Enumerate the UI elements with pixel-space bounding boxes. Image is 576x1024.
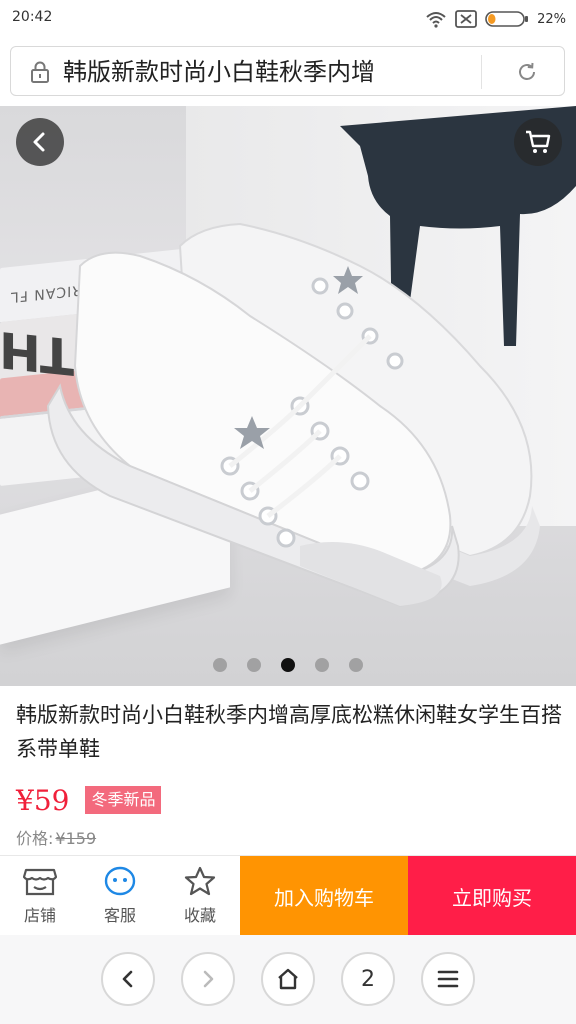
cart-button[interactable] [514, 118, 562, 166]
buy-now-button[interactable]: 立即购买 [408, 856, 576, 936]
original-price: 价格: ¥159 [16, 825, 96, 849]
action-bar: 店铺 客服 收藏 加入购物车 立即购买 [0, 855, 576, 936]
product-gallery[interactable]: ALL-AMERICAN FL R OUTH [0, 106, 576, 686]
favorite-button[interactable]: 收藏 [160, 856, 240, 936]
nav-back-button[interactable] [101, 952, 155, 1006]
product-price: ¥59 [16, 783, 70, 817]
refresh-icon[interactable] [515, 60, 539, 84]
battery-icon [485, 11, 529, 27]
lock-icon [31, 61, 49, 83]
customer-service-button[interactable]: 客服 [80, 856, 160, 936]
chevron-left-icon [122, 970, 133, 988]
back-icon [33, 132, 45, 152]
browser-nav-bar: 2 [0, 935, 576, 1024]
store-icon [23, 868, 57, 896]
home-icon [278, 968, 298, 990]
store-label: 店铺 [23, 906, 56, 925]
nav-tabs-button[interactable]: 2 [341, 952, 395, 1006]
battery-percent: 22% [537, 11, 566, 27]
gallery-dot-active[interactable] [281, 658, 295, 672]
cart-icon [526, 130, 551, 153]
favorite-label: 收藏 [183, 906, 216, 925]
product-title: 韩版新款时尚小白鞋秋季内增高厚底松糕休闲鞋女学生百搭系带单鞋 [16, 703, 562, 761]
star-icon [184, 866, 216, 896]
back-button[interactable] [16, 118, 64, 166]
original-price-label: 价格: [16, 829, 54, 848]
status-time: 20:42 [12, 9, 53, 25]
nav-menu-button[interactable] [421, 952, 475, 1006]
screen: 20:42 22% 韩版新款时尚小白鞋秋季内增 FL 韩版新款时尚小白鞋秋季内增… [0, 0, 576, 1024]
nav-home-button[interactable] [261, 952, 315, 1006]
status-bar: 20:42 22% [0, 0, 576, 38]
address-bar[interactable]: 韩版新款时尚小白鞋秋季内增 [10, 46, 565, 96]
gallery-dot[interactable] [247, 658, 261, 672]
wifi-icon [426, 12, 446, 28]
promo-tag: 冬季新品 [85, 786, 162, 814]
original-price-value: ¥159 [55, 829, 97, 848]
add-to-cart-button[interactable]: 加入购物车 [240, 856, 408, 936]
customer-service-icon [104, 866, 136, 896]
menu-icon [437, 970, 459, 988]
sim-off-icon [455, 10, 477, 28]
status-icons: 22% [425, 8, 566, 30]
gallery-dot[interactable] [349, 658, 363, 672]
shoe-image [46, 222, 540, 608]
chevron-right-icon [203, 970, 214, 988]
store-button[interactable]: 店铺 [0, 856, 80, 936]
price-row: ¥59 冬季新品 [16, 782, 162, 818]
gallery-dot[interactable] [213, 658, 227, 672]
gallery-pagination [0, 658, 576, 674]
nav-forward-button[interactable] [181, 952, 235, 1006]
url-text[interactable]: 韩版新款时尚小白鞋秋季内增 [63, 57, 473, 87]
url-divider [481, 55, 482, 89]
gallery-dot[interactable] [315, 658, 329, 672]
service-label: 客服 [103, 906, 136, 925]
